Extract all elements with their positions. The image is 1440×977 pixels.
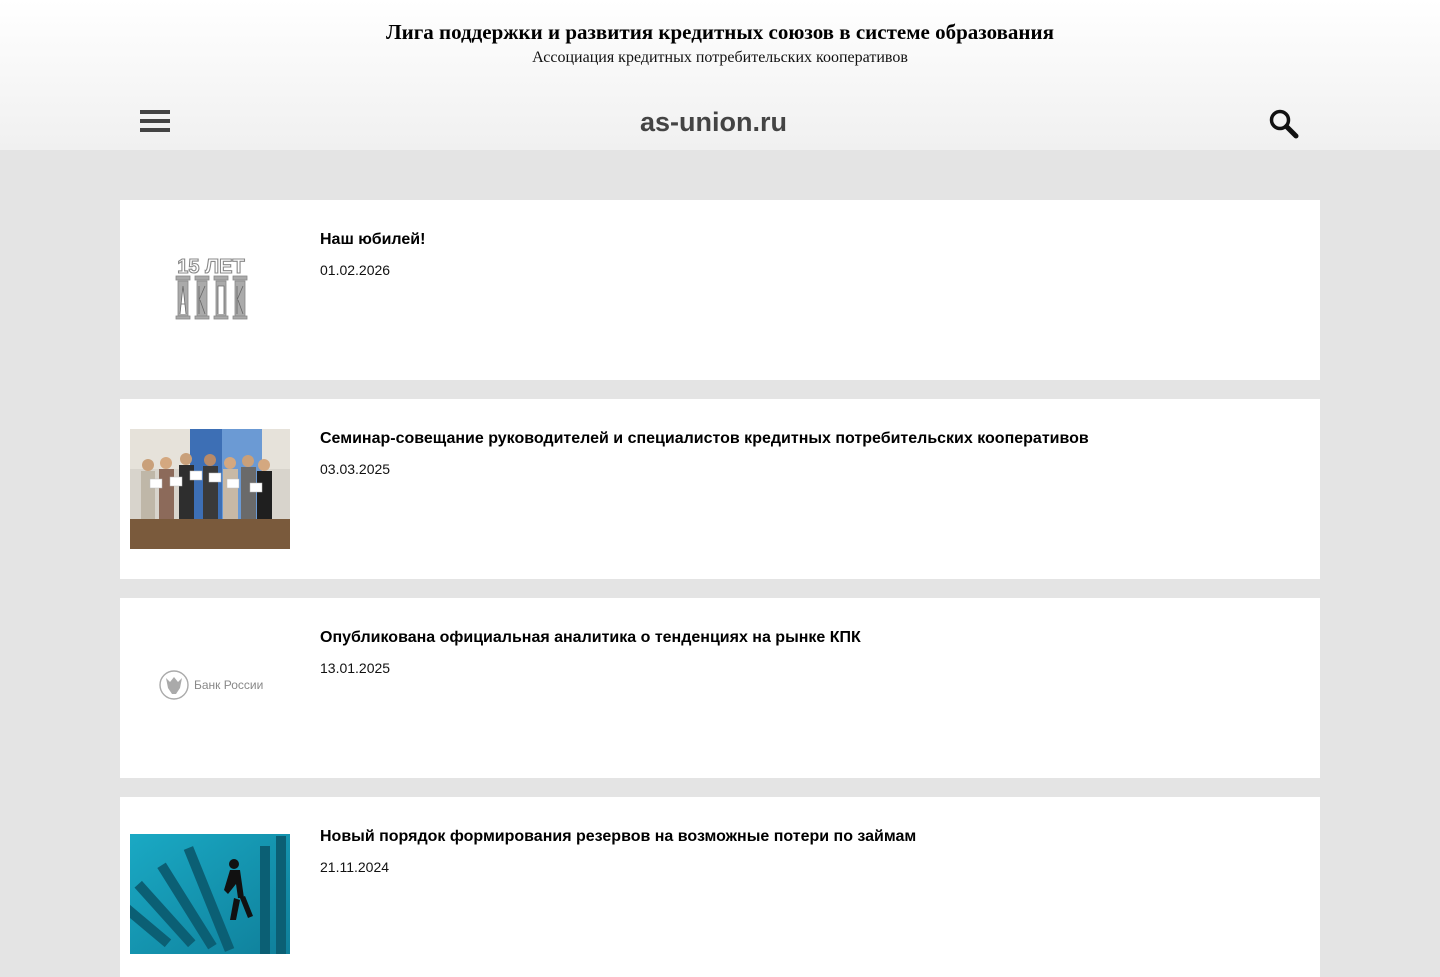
news-date: 21.11.2024 xyxy=(320,859,390,875)
bank-of-russia-logo: Банк России xyxy=(130,628,290,748)
news-card[interactable]: Семинар-совещание руководителей и специа… xyxy=(120,399,1320,579)
site-subtitle: Ассоциация кредитных потребительских коо… xyxy=(532,49,908,66)
news-title[interactable]: Новый порядок формирования резервов на в… xyxy=(320,828,916,846)
news-date: 13.01.2025 xyxy=(320,660,391,676)
seminar-group-photo xyxy=(130,429,290,549)
news-title[interactable]: Опубликована официальная аналитика о тен… xyxy=(320,629,861,647)
news-card[interactable]: Новый порядок формирования резервов на в… xyxy=(120,797,1320,977)
site-header: Лига поддержки и развития кредитных союз… xyxy=(0,0,1440,150)
site-title: Лига поддержки и развития кредитных союз… xyxy=(386,20,1054,44)
logo-text: Банк России xyxy=(194,678,263,692)
news-date: 01.02.2026 xyxy=(320,262,391,278)
news-card[interactable]: 15 ЛЕТ Наш юбилей! 01.02.2026 xyxy=(120,200,1320,380)
site-domain-link[interactable]: as-union.ru xyxy=(520,107,907,138)
news-title[interactable]: Наш юбилей! xyxy=(320,231,425,249)
search-icon[interactable] xyxy=(1268,108,1300,140)
news-card[interactable]: Банк России Опубликована официальная ана… xyxy=(120,598,1320,778)
dominoes-illustration xyxy=(130,834,290,954)
hamburger-icon[interactable] xyxy=(140,110,170,136)
news-title[interactable]: Семинар-совещание руководителей и специа… xyxy=(320,430,1089,448)
news-thumbnail[interactable]: 15 ЛЕТ xyxy=(130,230,290,350)
news-date: 03.03.2025 xyxy=(320,461,391,477)
news-thumbnail[interactable] xyxy=(130,429,290,549)
logo-text: 15 ЛЕТ xyxy=(177,256,244,278)
akpk-15-years-logo: 15 ЛЕТ xyxy=(130,230,290,350)
news-thumbnail[interactable]: Банк России xyxy=(130,628,290,748)
news-thumbnail[interactable] xyxy=(130,834,290,954)
